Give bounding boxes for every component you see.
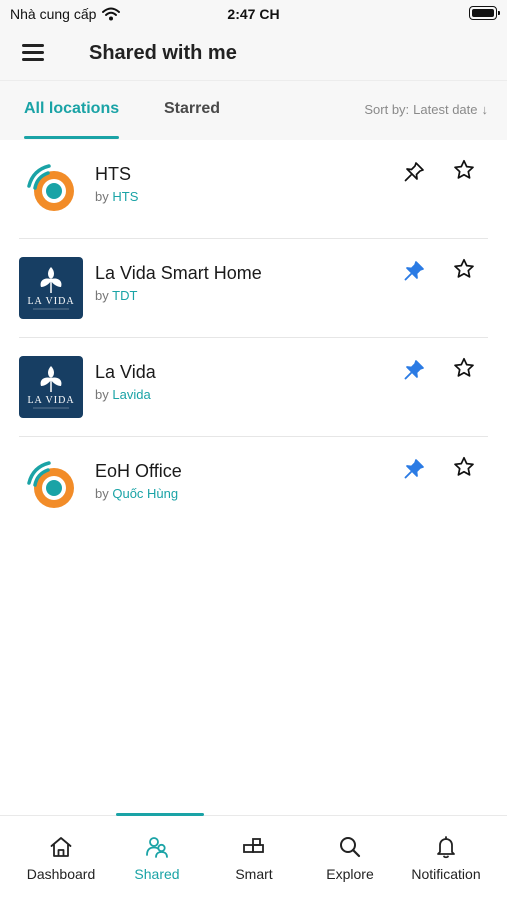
location-row[interactable]: LA VIDA La Vida Smart Home by TDT xyxy=(0,239,507,338)
location-row[interactable]: EoH Office by Quốc Hùng xyxy=(0,437,507,536)
star-icon[interactable] xyxy=(452,257,476,281)
by-label: by xyxy=(95,288,109,303)
battery-icon xyxy=(469,6,500,20)
eoh-logo xyxy=(19,455,83,517)
location-name: EoH Office xyxy=(95,461,182,481)
owner-name: TDT xyxy=(112,288,138,303)
star-icon[interactable] xyxy=(452,158,476,182)
nav-label-smart: Smart xyxy=(235,866,273,882)
nav-label-notification: Notification xyxy=(411,866,481,882)
eoh-logo xyxy=(19,158,83,220)
pin-filled-icon[interactable] xyxy=(402,259,426,283)
nav-shared[interactable]: Shared xyxy=(109,834,205,882)
by-label: by xyxy=(95,189,109,204)
pin-filled-icon[interactable] xyxy=(402,358,426,382)
tab-bar: All locations Starred Sort by: Latest da… xyxy=(0,80,507,140)
sort-value: Latest date xyxy=(413,102,478,117)
star-icon[interactable] xyxy=(452,356,476,380)
status-bar: Nhà cung cấp 2:47 CH xyxy=(0,0,507,30)
menu-icon[interactable] xyxy=(22,42,46,64)
location-row[interactable]: LA VIDA La Vida by Lavida xyxy=(0,338,507,437)
nav-dashboard[interactable]: Dashboard xyxy=(13,834,109,882)
status-time: 2:47 CH xyxy=(227,6,280,22)
bottom-nav: Dashboard Shared Smart Explore Notificat… xyxy=(0,813,507,900)
owner-name: HTS xyxy=(112,189,139,204)
search-icon xyxy=(340,837,361,858)
location-name: La Vida xyxy=(95,362,156,382)
star-icon[interactable] xyxy=(452,455,476,479)
lavida-logo: LA VIDA xyxy=(19,257,83,319)
location-name: HTS xyxy=(95,164,131,184)
lavida-logo-text: LA VIDA xyxy=(27,296,74,307)
owner-name: Lavida xyxy=(112,387,151,402)
location-name: La Vida Smart Home xyxy=(95,263,262,283)
owner-name: Quốc Hùng xyxy=(112,486,179,501)
page-title: Shared with me xyxy=(89,42,237,64)
by-label: by xyxy=(95,486,109,501)
nav-label-dashboard: Dashboard xyxy=(26,866,96,882)
pin-filled-icon[interactable] xyxy=(402,457,426,481)
nav-label-shared: Shared xyxy=(134,866,180,882)
sort-label: Sort by: xyxy=(364,102,410,117)
tab-all-locations[interactable]: All locations xyxy=(24,100,119,118)
location-owner-line: by TDT xyxy=(95,288,137,303)
sort-control[interactable]: Sort by: Latest date ↓ xyxy=(364,102,488,117)
nav-label-explore: Explore xyxy=(326,866,374,882)
bell-icon xyxy=(437,836,455,859)
lavida-logo-text: LA VIDA xyxy=(27,395,74,406)
home-icon xyxy=(50,837,72,857)
location-owner-line: by Lavida xyxy=(95,387,151,402)
active-tab-indicator xyxy=(24,136,119,139)
pin-outline-icon[interactable] xyxy=(402,160,426,184)
location-list: HTS by HTS LA VIDA La Vida Smart Home by… xyxy=(0,140,507,536)
lavida-logo: LA VIDA xyxy=(19,356,83,418)
tab-starred[interactable]: Starred xyxy=(164,100,220,118)
location-row[interactable]: HTS by HTS xyxy=(0,140,507,239)
header: Shared with me xyxy=(0,30,507,80)
shared-users-icon xyxy=(146,837,168,858)
location-owner-line: by HTS xyxy=(95,189,138,204)
active-nav-indicator xyxy=(116,813,204,816)
nav-notification[interactable]: Notification xyxy=(398,834,494,882)
nav-explore[interactable]: Explore xyxy=(302,834,398,882)
by-label: by xyxy=(95,387,109,402)
nav-smart[interactable]: Smart xyxy=(206,834,302,882)
blocks-icon xyxy=(243,838,264,853)
arrow-down-icon: ↓ xyxy=(481,102,489,117)
location-owner-line: by Quốc Hùng xyxy=(95,486,178,501)
